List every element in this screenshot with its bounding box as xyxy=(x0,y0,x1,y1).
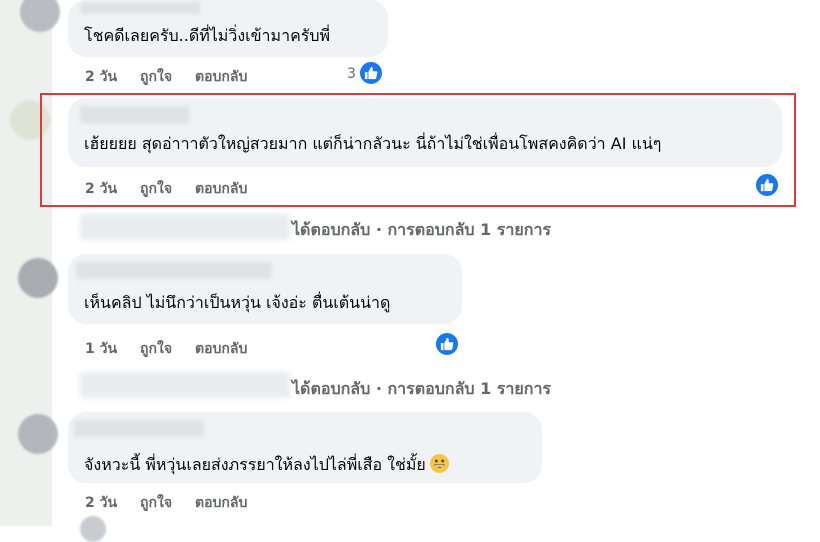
reaction-count[interactable]: 3 xyxy=(347,66,356,82)
comment-actions: 2 วัน ถูกใจ ตอบกลับ xyxy=(85,66,270,88)
comment-time[interactable]: 2 วัน xyxy=(85,492,117,514)
avatar[interactable] xyxy=(80,516,106,542)
view-replies-link[interactable]: ได้ตอบกลับ · การตอบกลับ 1 รายการ xyxy=(292,218,551,243)
like-button[interactable]: ถูกใจ xyxy=(140,492,172,514)
comment-time[interactable]: 2 วัน xyxy=(85,66,117,88)
comment-text: จังหวะนี้ พี่หวุ่นเลยส่งภรรยาให้ลงไปไล่พ… xyxy=(84,454,449,476)
grinning-face-emoji xyxy=(429,454,449,473)
like-icon[interactable] xyxy=(358,60,384,86)
avatar[interactable] xyxy=(18,258,58,298)
commenter-name-blurred[interactable] xyxy=(76,262,272,279)
reply-button[interactable]: ตอบกลับ xyxy=(195,66,247,88)
commenter-name-blurred[interactable] xyxy=(74,420,204,437)
reply-avatar-blurred xyxy=(80,372,290,398)
reply-avatar-blurred xyxy=(80,214,290,240)
avatar[interactable] xyxy=(18,414,58,454)
comment-text-content: จังหวะนี้ พี่หวุ่นเลยส่งภรรยาให้ลงไปไล่พ… xyxy=(84,455,426,474)
like-icon[interactable] xyxy=(434,331,460,357)
comment-text: เห็นคลิป ไม่นึกว่าเป็นหวุ่น เจ้งอ่ะ ตื่น… xyxy=(84,293,391,312)
comment-text: โชคดีเลยครับ..ดีที่ไม่วิ่งเข้ามาครับพี่ xyxy=(84,26,331,45)
reply-button[interactable]: ตอบกลับ xyxy=(195,492,247,514)
view-replies-link[interactable]: ได้ตอบกลับ · การตอบกลับ 1 รายการ xyxy=(292,377,551,402)
avatar[interactable] xyxy=(20,0,60,32)
comment-actions: 2 วัน ถูกใจ ตอบกลับ xyxy=(85,492,270,514)
highlight-box xyxy=(40,93,796,207)
comment-actions: 1 วัน ถูกใจ ตอบกลับ xyxy=(85,338,270,360)
reply-button[interactable]: ตอบกลับ xyxy=(195,338,247,360)
like-button[interactable]: ถูกใจ xyxy=(140,66,172,88)
comment-time[interactable]: 1 วัน xyxy=(85,338,117,360)
commenter-name-blurred[interactable] xyxy=(80,2,200,14)
like-button[interactable]: ถูกใจ xyxy=(140,338,172,360)
